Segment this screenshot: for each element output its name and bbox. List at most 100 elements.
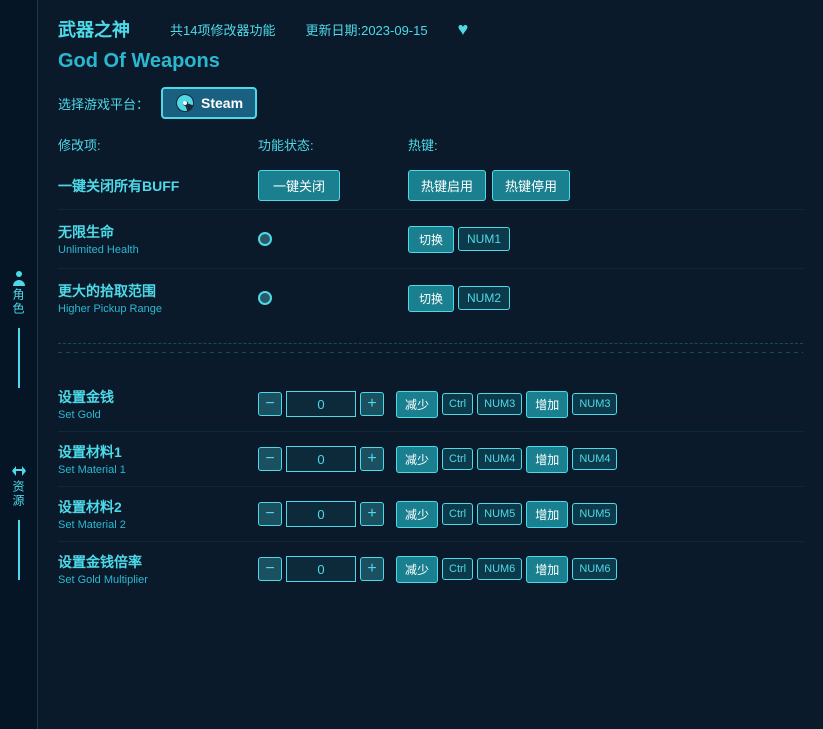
resource-item-2-increase-btn[interactable]: 增加 <box>526 501 568 528</box>
col-header-mod: 修改项: <box>58 135 258 154</box>
column-headers: 修改项: 功能状态: 热键: <box>58 135 803 154</box>
sidebar-section-character: 角色 <box>10 270 28 392</box>
oneclick-row: 一键关闭所有BUFF 一键关闭 热键启用 热键停用 <box>58 162 803 209</box>
resource-item-2-hotkey: 减少 Ctrl NUM5 增加 NUM5 <box>396 501 617 528</box>
resource-item-3-ctrl: Ctrl <box>442 558 473 580</box>
resource-item-3: 设置金钱倍率 Set Gold Multiplier − + 减少 Ctrl N… <box>58 541 803 596</box>
resource-item-2-en: Set Material 2 <box>58 519 258 531</box>
resource-item-3-plus[interactable]: + <box>360 557 384 581</box>
resource-item-2-key3: NUM5 <box>572 503 617 525</box>
resource-item-1-key3: NUM4 <box>572 448 617 470</box>
content-area: 武器之神 共14项修改器功能 更新日期:2023-09-15 ♥ God Of … <box>38 0 823 729</box>
char-item-1-key-badge: NUM2 <box>458 286 510 310</box>
resource-item-3-cn: 设置金钱倍率 <box>58 552 258 572</box>
meta-date: 更新日期:2023-09-15 <box>305 20 427 39</box>
btn-hotkey-enable[interactable]: 热键启用 <box>408 170 486 201</box>
resource-item-3-key2: NUM6 <box>477 558 522 580</box>
resource-item-0-cn: 设置金钱 <box>58 387 258 407</box>
steam-button[interactable]: Steam <box>161 87 257 119</box>
resource-item-1-input[interactable] <box>286 446 356 472</box>
sidebar: 角色 资源 <box>0 0 38 729</box>
resource-item-0-key3: NUM3 <box>572 393 617 415</box>
char-item-1-toggle-area <box>258 291 408 305</box>
char-item-1-hotkey: 切换 NUM2 <box>408 285 510 312</box>
char-item-1-name-cn: 更大的拾取范围 <box>58 281 258 301</box>
char-item-0-name-block: 无限生命 Unlimited Health <box>58 222 258 256</box>
sidebar-label-character: 角色 <box>10 288 27 316</box>
resource-item-0-en: Set Gold <box>58 409 258 421</box>
resource-item-3-increase-btn[interactable]: 增加 <box>526 556 568 583</box>
game-title-cn: 武器之神 <box>58 16 130 42</box>
section-separator <box>58 352 803 353</box>
resource-item-2-ctrl: Ctrl <box>442 503 473 525</box>
resource-item-2: 设置材料2 Set Material 2 − + 减少 Ctrl NUM5 增加… <box>58 486 803 541</box>
char-item-0-name-cn: 无限生命 <box>58 222 258 242</box>
resource-item-1-minus[interactable]: − <box>258 447 282 471</box>
resource-item-0-decrease-btn[interactable]: 减少 <box>396 391 438 418</box>
char-item-1-name-block: 更大的拾取范围 Higher Pickup Range <box>58 281 258 315</box>
char-item-0-toggle[interactable] <box>258 232 272 246</box>
char-item-0-hotkey: 切换 NUM1 <box>408 226 510 253</box>
meta-count: 共14项修改器功能 <box>170 20 275 39</box>
oneclick-hotkey-area: 热键启用 热键停用 <box>408 170 570 201</box>
steam-button-label: Steam <box>201 95 243 111</box>
resource-item-2-key2: NUM5 <box>477 503 522 525</box>
char-item-1-switch-btn[interactable]: 切换 <box>408 285 454 312</box>
steam-logo-icon <box>175 93 195 113</box>
resource-item-3-minus[interactable]: − <box>258 557 282 581</box>
resource-item-3-decrease-btn[interactable]: 减少 <box>396 556 438 583</box>
sidebar-divider-1 <box>18 328 20 388</box>
game-title-en: God Of Weapons <box>58 50 803 73</box>
resource-item-0-input[interactable] <box>286 391 356 417</box>
char-item-0-toggle-area <box>258 232 408 246</box>
resource-item-1-decrease-btn[interactable]: 减少 <box>396 446 438 473</box>
sidebar-label-resources: 资源 <box>10 480 27 508</box>
resource-item-1-key2: NUM4 <box>477 448 522 470</box>
sidebar-section-resources: 资源 <box>10 462 28 584</box>
resource-item-1-cn: 设置材料1 <box>58 442 258 462</box>
oneclick-status-area: 一键关闭 <box>258 170 408 201</box>
resource-item-1-controls: − + <box>258 446 384 472</box>
resource-item-0-minus[interactable]: − <box>258 392 282 416</box>
resource-item-2-decrease-btn[interactable]: 减少 <box>396 501 438 528</box>
resource-item-0-plus[interactable]: + <box>360 392 384 416</box>
resource-item-1-ctrl: Ctrl <box>442 448 473 470</box>
favorite-icon[interactable]: ♥ <box>458 19 469 40</box>
resource-item-1-en: Set Material 1 <box>58 464 258 476</box>
col-header-status: 功能状态: <box>258 135 408 154</box>
resource-item-3-key3: NUM6 <box>572 558 617 580</box>
resource-item-0-name: 设置金钱 Set Gold <box>58 387 258 421</box>
resource-item-1-increase-btn[interactable]: 增加 <box>526 446 568 473</box>
resource-item-1: 设置材料1 Set Material 1 − + 减少 Ctrl NUM4 增加… <box>58 431 803 486</box>
header: 武器之神 共14项修改器功能 更新日期:2023-09-15 ♥ <box>58 16 803 42</box>
main-container: 角色 资源 武器之神 共14项修改器功能 更新日期:2023-09-15 ♥ <box>0 0 823 729</box>
resource-item-2-plus[interactable]: + <box>360 502 384 526</box>
char-item-0: 无限生命 Unlimited Health 切换 NUM1 <box>58 209 803 268</box>
resource-item-3-en: Set Gold Multiplier <box>58 574 258 586</box>
resource-item-0: 设置金钱 Set Gold − + 减少 Ctrl NUM3 增加 NUM3 <box>58 377 803 431</box>
platform-row: 选择游戏平台： Steam <box>58 87 803 119</box>
char-item-0-switch-btn[interactable]: 切换 <box>408 226 454 253</box>
btn-hotkey-disable[interactable]: 热键停用 <box>492 170 570 201</box>
resource-item-0-ctrl: Ctrl <box>442 393 473 415</box>
resource-item-1-plus[interactable]: + <box>360 447 384 471</box>
resource-item-3-hotkey: 减少 Ctrl NUM6 增加 NUM6 <box>396 556 617 583</box>
header-meta: 共14项修改器功能 更新日期:2023-09-15 ♥ <box>170 19 468 40</box>
resources-icon <box>10 462 28 480</box>
btn-close-all[interactable]: 一键关闭 <box>258 170 340 201</box>
resource-item-3-name: 设置金钱倍率 Set Gold Multiplier <box>58 552 258 586</box>
resource-item-0-controls: − + <box>258 391 384 417</box>
character-section: 一键关闭所有BUFF 一键关闭 热键启用 热键停用 无限生命 Unlimited… <box>58 162 803 344</box>
char-item-1: 更大的拾取范围 Higher Pickup Range 切换 NUM2 <box>58 268 803 327</box>
resource-item-3-controls: − + <box>258 556 384 582</box>
resource-item-0-hotkey: 减少 Ctrl NUM3 增加 NUM3 <box>396 391 617 418</box>
resource-item-2-input[interactable] <box>286 501 356 527</box>
resource-item-1-hotkey: 减少 Ctrl NUM4 增加 NUM4 <box>396 446 617 473</box>
char-item-0-key-badge: NUM1 <box>458 227 510 251</box>
resource-item-2-name: 设置材料2 Set Material 2 <box>58 497 258 531</box>
resource-item-2-minus[interactable]: − <box>258 502 282 526</box>
resource-item-0-increase-btn[interactable]: 增加 <box>526 391 568 418</box>
char-item-1-toggle[interactable] <box>258 291 272 305</box>
resources-section: 设置金钱 Set Gold − + 减少 Ctrl NUM3 增加 NUM3 <box>58 361 803 596</box>
resource-item-3-input[interactable] <box>286 556 356 582</box>
